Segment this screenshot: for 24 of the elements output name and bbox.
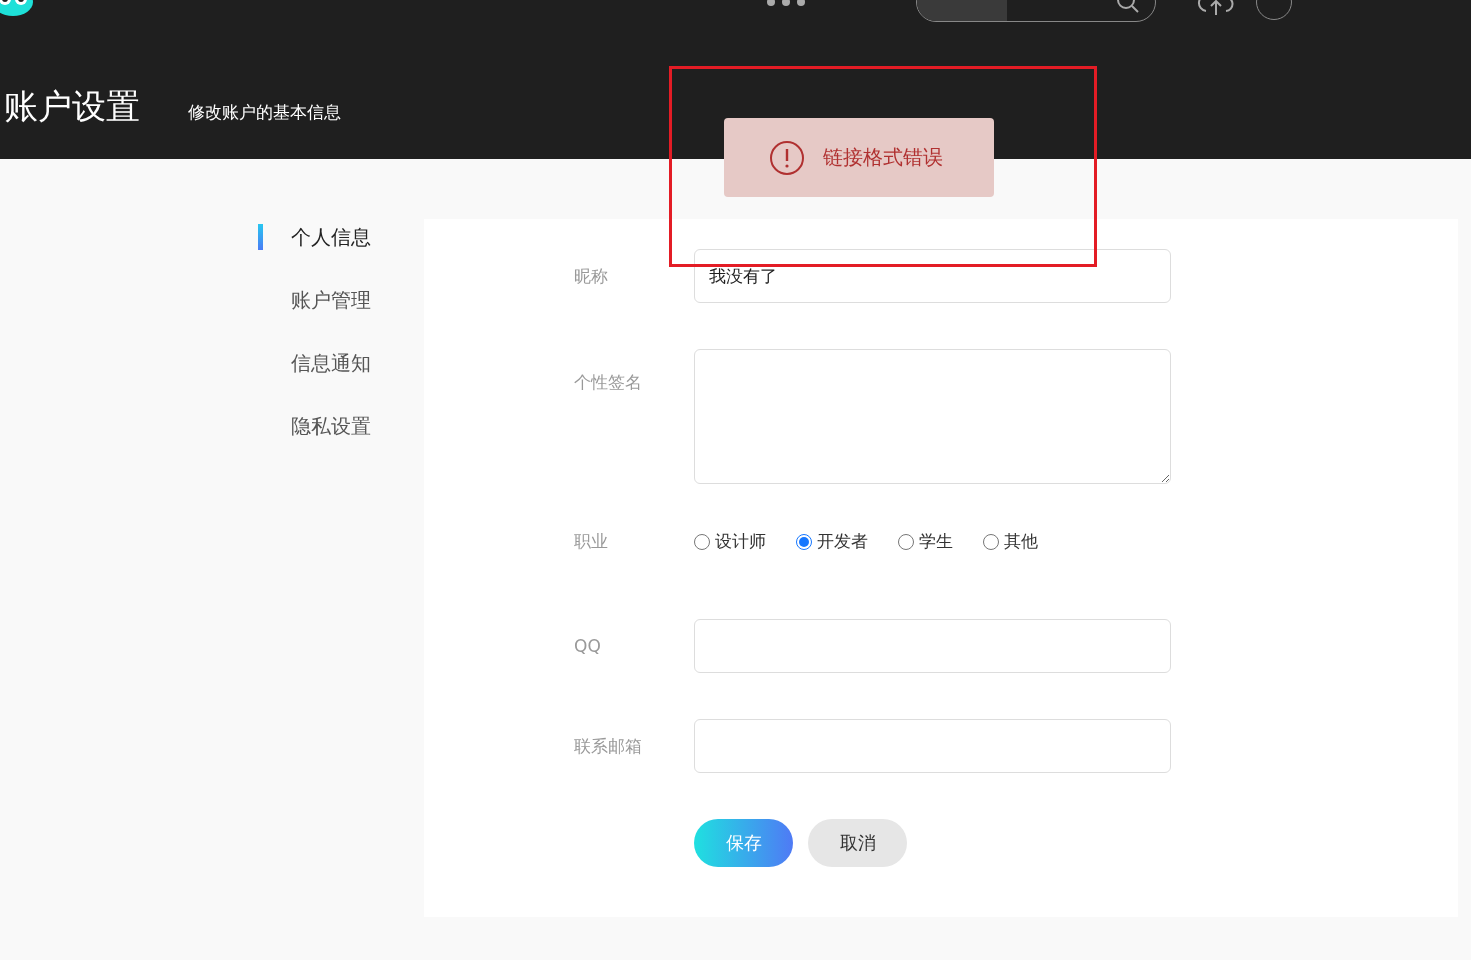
radio-label[interactable]: 开发者 <box>817 530 868 553</box>
field-label: 联系邮箱 <box>574 734 643 758</box>
textarea-field[interactable] <box>694 349 1171 484</box>
toast-message: 链接格式错误 <box>823 144 943 171</box>
field-label: 昵称 <box>574 264 609 288</box>
page-subtitle: 修改账户的基本信息 <box>188 101 341 124</box>
field-label: 个性签名 <box>574 371 643 393</box>
field-label: QQ <box>574 636 602 656</box>
warning-icon <box>769 139 805 176</box>
radio-label[interactable]: 其他 <box>1004 530 1038 553</box>
input-field[interactable] <box>694 719 1171 773</box>
input-field[interactable]: 我没有了 <box>694 249 1171 303</box>
sidebar-item[interactable]: 隐私设置 <box>291 412 371 440</box>
page-title: 账户设置 <box>4 85 140 128</box>
input-field[interactable] <box>694 619 1171 673</box>
radio-label[interactable]: 学生 <box>919 530 953 553</box>
field-label: 职业 <box>574 530 609 553</box>
radio-label[interactable]: 设计师 <box>715 530 766 553</box>
sidebar-item[interactable]: 个人信息 <box>291 223 371 251</box>
more-icon[interactable] <box>766 0 806 7</box>
sidebar-item[interactable]: 信息通知 <box>291 349 371 377</box>
sidebar-item[interactable]: 账户管理 <box>291 286 371 314</box>
active-indicator <box>258 224 263 250</box>
cancel-button[interactable]: 取消 <box>808 819 907 867</box>
